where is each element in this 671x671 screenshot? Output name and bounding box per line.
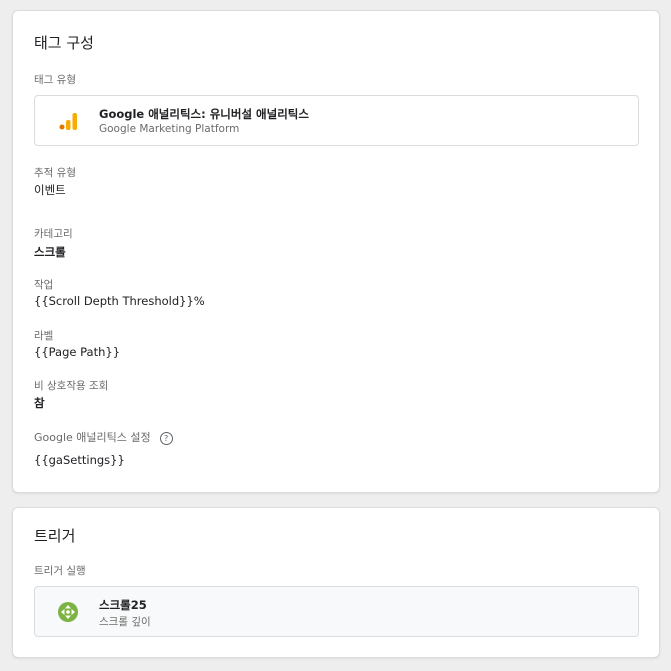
tag-type-tile[interactable]: Google 애널리틱스: 유니버설 애널리틱스 Google Marketin… bbox=[34, 95, 639, 146]
tag-type-name: Google 애널리틱스: 유니버설 애널리틱스 bbox=[99, 107, 309, 121]
scroll-depth-icon bbox=[58, 602, 78, 622]
trigger-type: 스크롤 깊이 bbox=[99, 616, 151, 628]
tag-configuration-card[interactable]: 태그 구성 태그 유형 Google 애널리틱스: 유니버설 애널리틱스 Goo… bbox=[12, 10, 660, 493]
action-label: 작업 bbox=[34, 279, 54, 291]
ga-settings-value: {{gaSettings}} bbox=[34, 453, 125, 467]
label-value: {{Page Path}} bbox=[34, 345, 121, 359]
triggering-card[interactable]: 트리거 트리거 실행 스크롤25 스크롤 깊이 bbox=[12, 507, 660, 658]
ga-settings-label: Google 애널리틱스 설정 bbox=[34, 431, 151, 444]
tag-type-label: 태그 유형 bbox=[34, 74, 76, 86]
non-interaction-label: 비 상호작용 조회 bbox=[34, 380, 109, 392]
tag-configuration-title: 태그 구성 bbox=[34, 34, 94, 52]
fire-trigger-label: 트리거 실행 bbox=[34, 565, 86, 577]
category-label: 카테고리 bbox=[34, 228, 73, 240]
help-icon[interactable]: ? bbox=[159, 431, 173, 445]
label-label: 라벨 bbox=[34, 330, 54, 342]
action-value: {{Scroll Depth Threshold}}% bbox=[34, 294, 205, 308]
track-type-value: 이벤트 bbox=[34, 183, 66, 197]
track-type-label: 추적 유형 bbox=[34, 167, 76, 179]
triggering-title: 트리거 bbox=[34, 527, 76, 545]
non-interaction-value: 참 bbox=[34, 396, 45, 410]
ga-settings-row: Google 애널리틱스 설정? bbox=[34, 429, 173, 445]
analytics-bars-icon bbox=[59, 113, 77, 130]
trigger-name: 스크롤25 bbox=[99, 598, 147, 612]
category-value: 스크롤 bbox=[34, 245, 66, 259]
tag-type-provider: Google Marketing Platform bbox=[99, 123, 240, 135]
trigger-tile[interactable]: 스크롤25 스크롤 깊이 bbox=[34, 586, 639, 637]
